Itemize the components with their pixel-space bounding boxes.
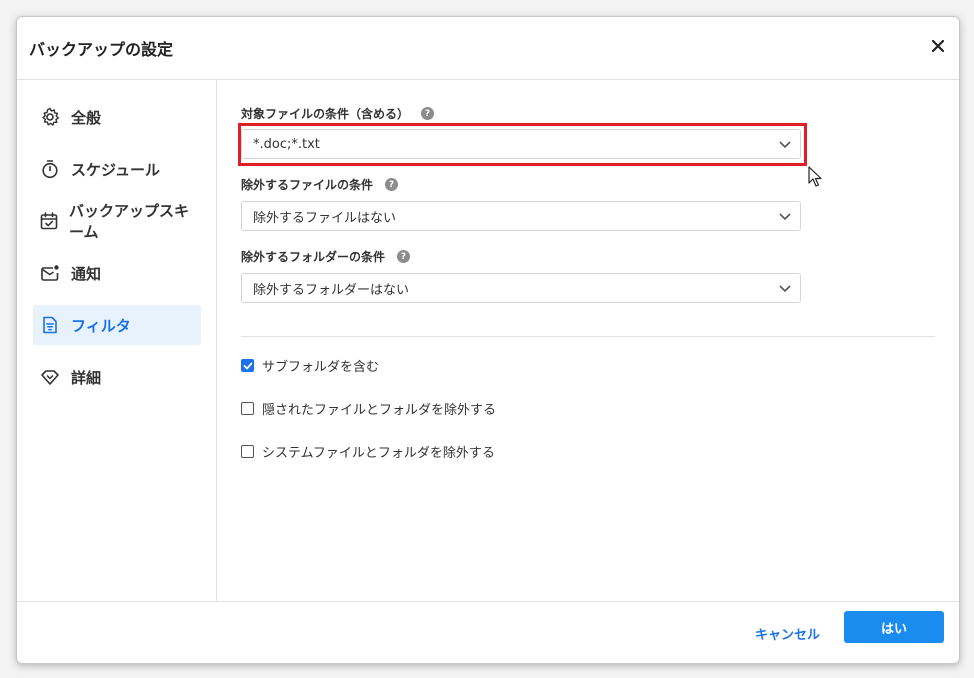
include-condition-select[interactable]: *.doc;*.txt xyxy=(241,129,801,159)
include-condition-label-text: 対象ファイルの条件（含める） xyxy=(241,107,410,121)
divider xyxy=(241,336,935,337)
chevron-down-icon xyxy=(779,285,791,293)
exclude-hidden-checkbox[interactable]: 隠されたファイルとフォルダを除外する xyxy=(241,399,496,418)
sidebar-item-general[interactable]: 全般 xyxy=(33,97,201,137)
sidebar-item-label: 通知 xyxy=(71,264,102,283)
exclude-files-value: 除外するファイルはない xyxy=(253,210,397,226)
sidebar-item-label: スケジュール xyxy=(71,160,160,179)
sidebar-item-schedule[interactable]: スケジュール xyxy=(33,149,201,189)
include-subfolders-checkbox[interactable]: サブフォルダを含む xyxy=(241,356,379,375)
checkbox-label: システムファイルとフォルダを除外する xyxy=(262,446,495,461)
mail-icon xyxy=(39,262,61,284)
document-filter-icon xyxy=(39,314,61,336)
sidebar-item-label: バックアップスキーム xyxy=(69,202,190,241)
timer-icon xyxy=(39,158,61,180)
checkbox-checked[interactable] xyxy=(241,359,254,372)
help-icon[interactable]: ? xyxy=(397,250,411,263)
checkbox-label: 隠されたファイルとフォルダを除外する xyxy=(262,403,497,418)
check-icon xyxy=(243,362,252,369)
sidebar-item-label: 詳細 xyxy=(71,368,102,387)
exclude-folders-label: 除外するフォルダーの条件 ? xyxy=(241,248,411,265)
chevron-down-icon xyxy=(779,213,791,221)
help-icon[interactable]: ? xyxy=(385,178,399,191)
sidebar-item-label: フィルタ xyxy=(71,316,131,335)
cancel-button[interactable]: キャンセル xyxy=(755,618,820,648)
include-condition-label: 対象ファイルの条件（含める） ? xyxy=(241,105,435,122)
sidebar-item-backup-scheme[interactable]: バックアップスキーム xyxy=(33,201,201,241)
checkbox-unchecked[interactable] xyxy=(241,445,254,458)
ok-button[interactable]: はい xyxy=(844,611,944,643)
close-icon xyxy=(931,39,945,53)
diamond-icon xyxy=(39,366,61,388)
sidebar-item-advanced[interactable]: 詳細 xyxy=(33,357,201,397)
gear-icon xyxy=(39,106,61,128)
sidebar-item-notification[interactable]: 通知 xyxy=(33,253,201,293)
sidebar-item-label: 全般 xyxy=(71,108,102,127)
chevron-down-icon xyxy=(779,141,791,149)
exclude-folders-value: 除外するフォルダーはない xyxy=(253,282,410,298)
exclude-folders-label-text: 除外するフォルダーの条件 xyxy=(241,250,386,264)
exclude-files-label-text: 除外するファイルの条件 xyxy=(241,178,374,192)
exclude-folders-select[interactable]: 除外するフォルダーはない xyxy=(241,273,801,303)
dialog-title: バックアップの設定 xyxy=(29,40,174,59)
backup-settings-dialog: バックアップの設定 全般 スケジュール バックアップスキーム 通知 フィルタ 詳… xyxy=(16,16,960,664)
help-icon[interactable]: ? xyxy=(421,107,435,120)
include-condition-value: *.doc;*.txt xyxy=(253,136,320,152)
sidebar: 全般 スケジュール バックアップスキーム 通知 フィルタ 詳細 xyxy=(17,80,217,601)
calendar-check-icon xyxy=(39,210,59,232)
checkbox-label: サブフォルダを含む xyxy=(262,360,380,375)
exclude-files-label: 除外するファイルの条件 ? xyxy=(241,176,399,193)
close-button[interactable] xyxy=(927,35,949,57)
exclude-files-select[interactable]: 除外するファイルはない xyxy=(241,201,801,231)
dialog-footer: キャンセル はい xyxy=(17,601,959,663)
dialog-header: バックアップの設定 xyxy=(17,17,959,80)
mouse-pointer-icon xyxy=(808,166,822,187)
sidebar-item-filter[interactable]: フィルタ xyxy=(33,305,201,345)
checkbox-unchecked[interactable] xyxy=(241,402,254,415)
exclude-system-checkbox[interactable]: システムファイルとフォルダを除外する xyxy=(241,442,495,461)
